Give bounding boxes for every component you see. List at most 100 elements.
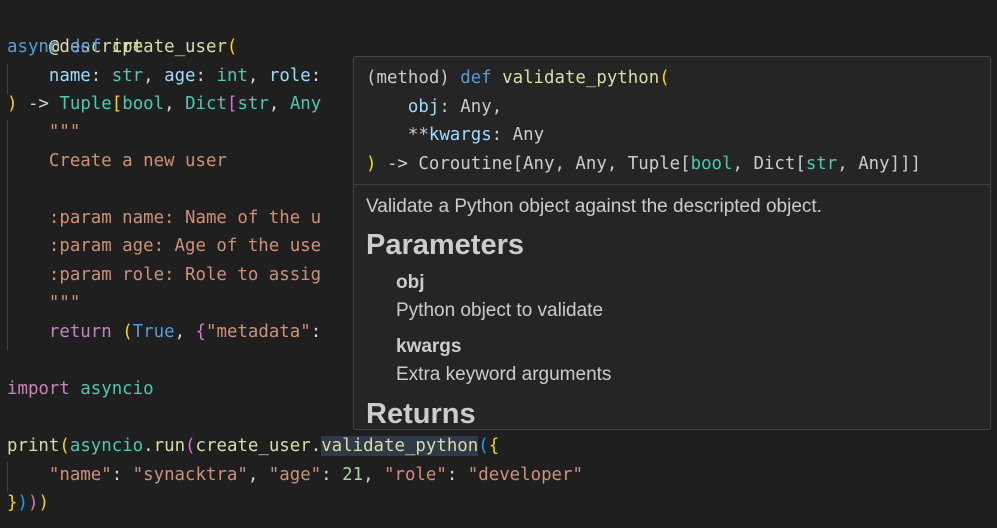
param-role: role xyxy=(268,66,311,86)
type-args: , Any]]] xyxy=(837,153,922,174)
code-line-12[interactable]: return (True, {"metadata": xyxy=(7,318,321,346)
param-desc-obj: Python object to validate xyxy=(396,300,604,321)
code-line-9[interactable]: :param age: Age of the use xyxy=(7,232,321,260)
colon: : xyxy=(310,66,322,86)
hover-signature: (method) def validate_python( obj: Any , … xyxy=(354,57,990,185)
param-name: name xyxy=(48,66,91,86)
bracket: [ xyxy=(226,94,238,114)
hover-documentation: Validate a Python object against the des… xyxy=(354,185,990,430)
signature-line: (method) def validate_python( xyxy=(366,64,978,93)
paren: ) xyxy=(7,94,18,114)
colon: : xyxy=(439,96,461,117)
code-line-6[interactable]: Create a new user xyxy=(7,147,227,175)
arrow: -> xyxy=(376,153,419,174)
code-line-3[interactable]: name: str, age: int, role: xyxy=(7,62,321,90)
type-dict: Dict xyxy=(753,153,796,174)
stars: ** xyxy=(407,125,429,145)
comma: , xyxy=(247,66,269,86)
code-line-4[interactable]: ) -> Tuple[bool, Dict[str, Any xyxy=(7,90,321,118)
comma: , xyxy=(143,66,165,86)
type-coroutine: Coroutine xyxy=(418,153,513,174)
method-name: validate_python xyxy=(491,68,660,88)
keyword-import: import xyxy=(7,379,70,399)
paren: ( xyxy=(478,436,489,456)
type-bool: bool xyxy=(690,153,733,174)
bracket: [ xyxy=(795,153,806,174)
colon: : xyxy=(90,66,112,86)
param-obj: obj xyxy=(407,96,440,117)
type-bool: bool xyxy=(122,94,165,114)
colon: : xyxy=(321,465,343,485)
dot: . xyxy=(143,436,154,456)
parameters-heading: Parameters xyxy=(366,229,524,261)
code-line-5[interactable]: """ xyxy=(7,118,80,146)
comma: , xyxy=(174,322,196,342)
dict-value: "synacktra" xyxy=(132,465,248,485)
paren: ( xyxy=(659,68,670,88)
type-args: [Any, Any, Tuple[ xyxy=(512,153,691,174)
keyword-def: def xyxy=(69,37,102,57)
colon: : xyxy=(310,322,322,342)
code-line-18[interactable]: }))) xyxy=(7,489,49,517)
type-str: str xyxy=(805,153,838,174)
comma: , xyxy=(164,94,186,114)
docstring-param: :param name: Name of the u xyxy=(48,208,322,228)
paren: ( xyxy=(122,322,133,342)
param-age: age xyxy=(164,66,196,86)
code-line-1[interactable]: @descript xyxy=(7,5,143,57)
docstring-quote: """ xyxy=(48,122,81,142)
paren: ) xyxy=(17,493,28,513)
hovered-symbol[interactable]: validate_python xyxy=(321,436,479,456)
colon: : xyxy=(446,465,468,485)
hover-tooltip[interactable]: (method) def validate_python( obj: Any , … xyxy=(353,56,991,430)
colon: : xyxy=(195,66,217,86)
code-line-2[interactable]: async def create_user( xyxy=(7,33,237,61)
docstring-text: Create a new user xyxy=(48,151,227,171)
code-line-16[interactable]: print(asyncio.run(create_user.validate_p… xyxy=(7,432,499,460)
dict-key: "metadata" xyxy=(206,322,311,342)
literal-true: True xyxy=(132,322,175,342)
signature-line: **kwargs: Any xyxy=(366,121,978,150)
keyword-def: def xyxy=(460,68,492,88)
paren: ) xyxy=(366,153,377,174)
comma: , xyxy=(491,96,503,117)
module-name: asyncio xyxy=(69,379,154,399)
brace: { xyxy=(488,436,500,456)
code-line-11[interactable]: """ xyxy=(7,289,80,317)
type-int: int xyxy=(216,66,248,86)
docstring-param: :param age: Age of the use xyxy=(48,236,322,256)
code-line-17[interactable]: "name": "synacktra", "age": 21, "role": … xyxy=(7,461,583,489)
signature-line: obj: Any, xyxy=(366,93,978,122)
docstring-param: :param role: Role to assig xyxy=(48,265,322,285)
code-line-10[interactable]: :param role: Role to assig xyxy=(7,261,321,289)
type-dict: Dict xyxy=(185,94,227,114)
dict-key: "role" xyxy=(384,465,447,485)
hover-description: Validate a Python object against the des… xyxy=(366,196,822,217)
signature-line: ) -> Coroutine[Any, Any, Tuple[bool, Dic… xyxy=(366,150,978,179)
type-str: str xyxy=(237,94,269,114)
code-line-14[interactable]: import asyncio xyxy=(7,375,154,403)
code-line-8[interactable]: :param name: Name of the u xyxy=(7,204,321,232)
dot: . xyxy=(310,436,322,456)
param-name-kwargs: kwargs xyxy=(396,336,462,357)
bracket: [ xyxy=(111,94,123,114)
keyword-return: return xyxy=(48,322,112,342)
paren: ( xyxy=(59,436,70,456)
type-str: str xyxy=(111,66,144,86)
dict-key: "name" xyxy=(48,465,112,485)
returns-heading: Returns xyxy=(366,398,476,430)
brace: } xyxy=(7,493,18,513)
paren: ( xyxy=(226,37,238,57)
param-name-obj: obj xyxy=(396,272,425,293)
comma: , xyxy=(732,153,754,174)
docstring-quote: """ xyxy=(48,293,81,313)
paren: ( xyxy=(185,436,196,456)
method-tag: (method) xyxy=(366,68,461,88)
function-name: create_user xyxy=(195,436,311,456)
dict-value: 21 xyxy=(342,465,364,485)
comma: , xyxy=(268,94,290,114)
comma: , xyxy=(363,465,385,485)
keyword-async: async xyxy=(7,37,60,57)
